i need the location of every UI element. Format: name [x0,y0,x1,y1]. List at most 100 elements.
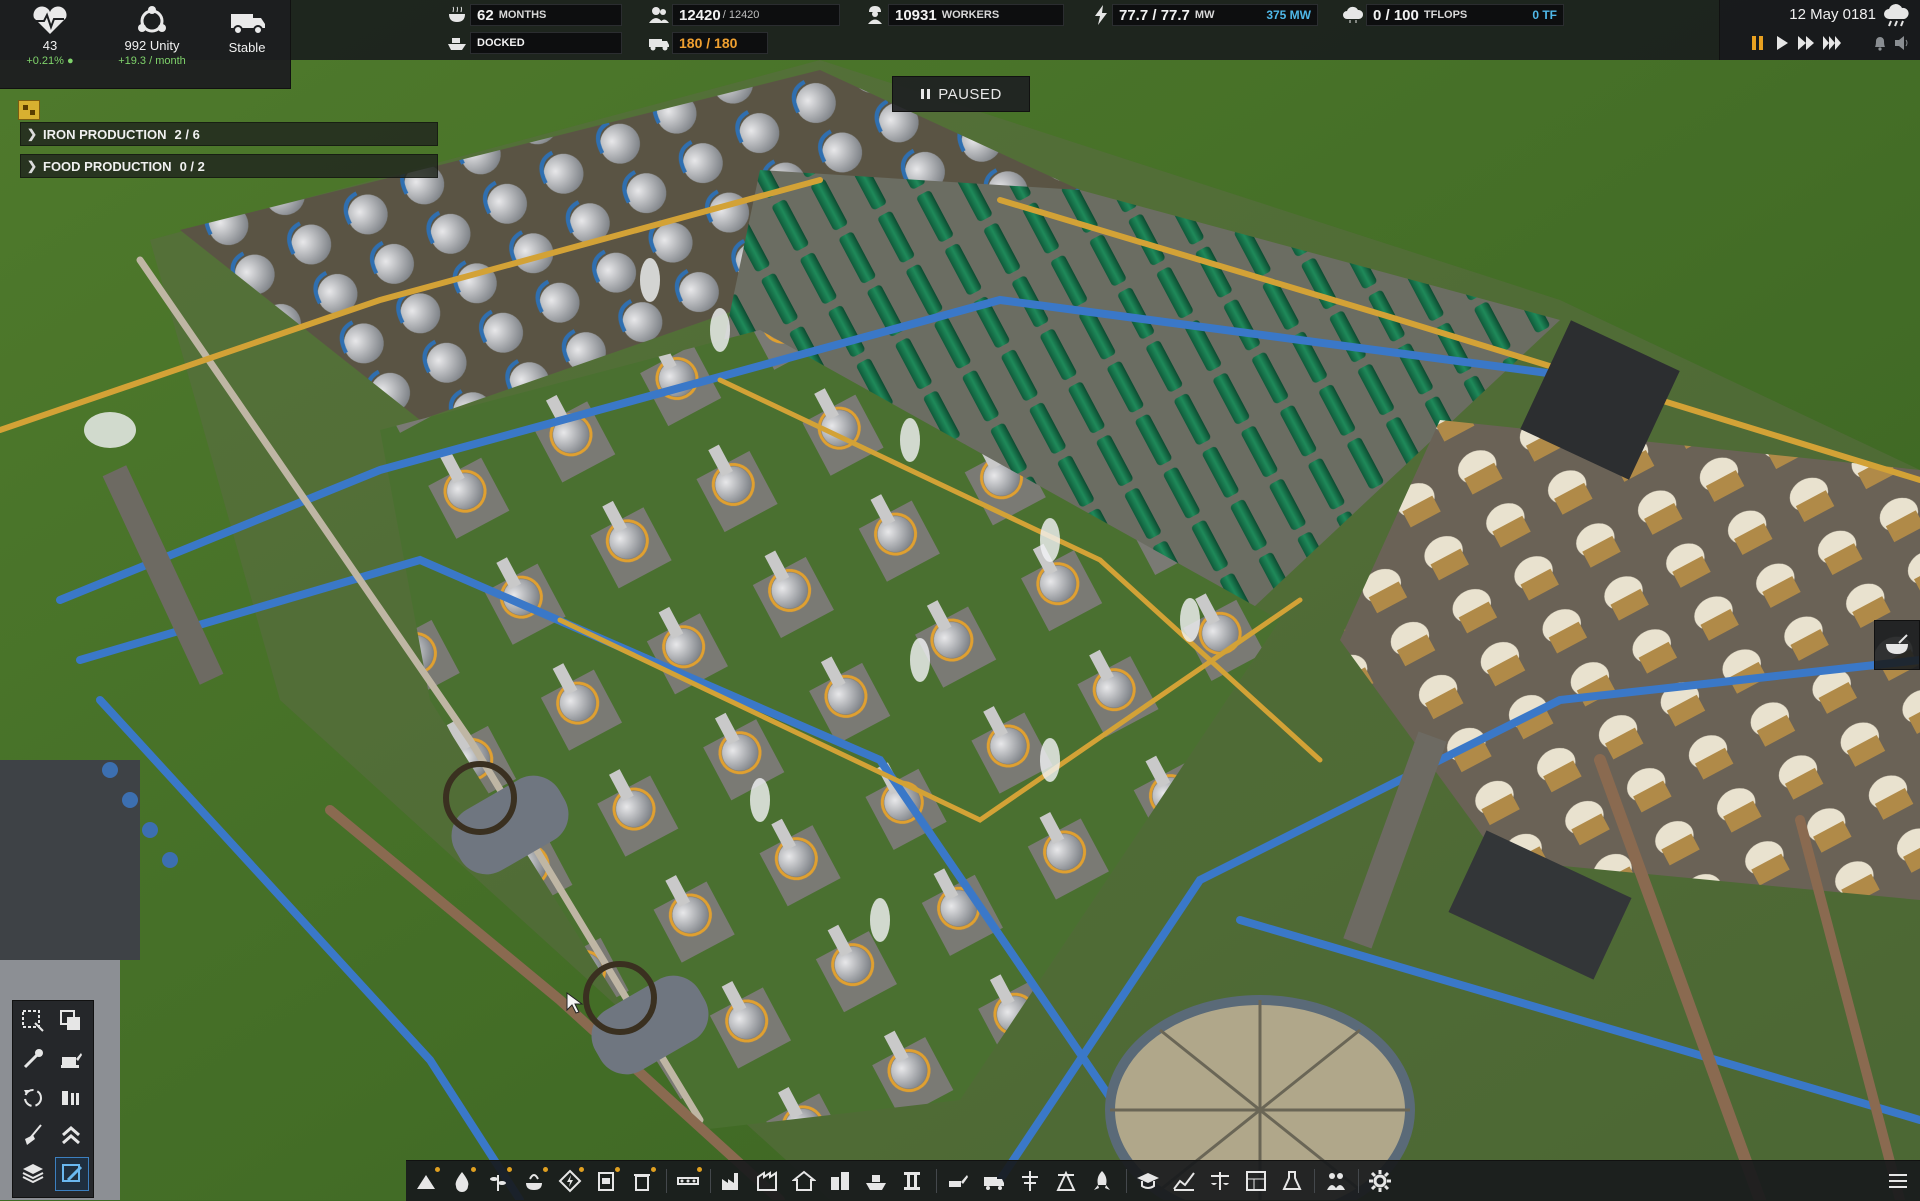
workers-field[interactable]: 10931 WORKERS [888,4,1064,26]
demolish-tool-button[interactable] [17,1119,49,1151]
pause-button[interactable] [1748,33,1768,53]
build-waste-button[interactable] [626,1165,658,1197]
play-button[interactable] [1772,33,1792,53]
chart-icon [1173,1172,1195,1191]
recycle-tool-button[interactable] [17,1081,49,1113]
fastest-speed-icon [1823,36,1841,50]
weather-icon[interactable] [1882,4,1912,28]
pause-small-icon [921,89,931,99]
mining-icon [417,1175,435,1189]
settings-button[interactable] [1364,1165,1396,1197]
conveyor-icon [677,1177,699,1185]
build-manufacturing-button[interactable] [752,1165,784,1197]
ship-status-field[interactable]: DOCKED [470,32,622,54]
build-space-button[interactable] [1086,1165,1118,1197]
worker-icon [864,4,886,26]
toolbar-separator [1126,1169,1127,1193]
goal-label: FOOD PRODUCTION [43,158,172,174]
edit-pencil-icon [62,1164,83,1182]
edit-tool-button[interactable] [55,1157,89,1191]
play-icon [1777,36,1788,50]
layers-tool-button[interactable] [17,1157,49,1189]
months-field[interactable]: 62 MONTHS [470,4,622,26]
build-farming-button[interactable] [482,1165,514,1197]
heart-icon [33,6,67,34]
statistics-button[interactable] [1168,1165,1200,1197]
copy-tool-button[interactable] [55,1005,87,1037]
paused-label: PAUSED [938,85,1002,103]
compute-capacity: 0 TF [1532,8,1557,22]
game-date: 12 May 0181 [1789,6,1876,23]
speaker-icon [1895,36,1908,50]
recipes-button[interactable] [1276,1165,1308,1197]
build-water-button[interactable] [446,1165,478,1197]
population-button[interactable] [1320,1165,1352,1197]
build-metallurgy-button[interactable] [716,1165,748,1197]
cloud-compute-icon [1342,4,1364,26]
paused-indicator[interactable]: PAUSED [892,76,1030,112]
fastest-speed-button[interactable] [1822,33,1842,53]
selection-tool-button[interactable] [17,1005,49,1037]
fast-forward-button[interactable] [1796,33,1816,53]
power-unit: MW [1194,9,1215,21]
toolbar-separator [666,1169,667,1193]
house-icon [792,1170,816,1191]
power-field[interactable]: 77.7 / 77.7 MW 375 MW [1112,4,1318,26]
goal-food-production[interactable]: ❯ FOOD PRODUCTION 0 / 2 [20,154,438,178]
game-world-view[interactable] [0,0,1920,1200]
population-field[interactable]: 12420/ 12420 [672,4,840,26]
research-button[interactable] [1132,1165,1164,1197]
vehicle-tool-button[interactable] [55,1043,87,1075]
build-vehicles-button[interactable] [942,1165,974,1197]
eyedropper-tool-button[interactable] [17,1043,49,1075]
build-storage-button[interactable] [590,1165,622,1197]
compute-field[interactable]: 0 / 100 TFLOPS 0 TF [1366,4,1564,26]
trucks-stat[interactable]: Stable [210,6,284,55]
build-monuments-button[interactable] [896,1165,928,1197]
goal-iron-production[interactable]: ❯ IRON PRODUCTION 2 / 6 [20,122,438,146]
gear-icon [1369,1170,1391,1192]
build-towers-button[interactable] [1014,1165,1046,1197]
build-housing-button[interactable] [788,1165,820,1197]
double-chevron-up-icon [62,1126,80,1145]
build-trucks-button[interactable] [978,1165,1010,1197]
workers-unit: WORKERS [941,9,1000,21]
goal-label: IRON PRODUCTION [43,126,167,142]
goals-icon [23,105,35,115]
pillar-icon [904,1172,920,1190]
build-power-button[interactable] [554,1165,586,1197]
broom-icon [25,1124,42,1145]
notifications-button[interactable] [1870,33,1890,53]
pause-building-tool-button[interactable] [55,1081,87,1113]
sound-button[interactable] [1892,33,1912,53]
power-icon [558,1169,582,1193]
toolbar-separator [710,1169,711,1193]
blueprint-icon [1246,1171,1266,1191]
goals-toggle-button[interactable] [18,100,40,120]
build-buildings-button[interactable] [824,1165,856,1197]
power-capacity: 375 MW [1266,8,1311,22]
main-menu-button[interactable] [1882,1165,1914,1197]
tower-icon [1022,1171,1038,1191]
build-food-button[interactable] [518,1165,550,1197]
ship-build-icon [866,1175,886,1190]
unity-value: 992 Unity [124,38,180,53]
blueprints-button[interactable] [1240,1165,1272,1197]
vehicles-field[interactable]: 180 / 180 [672,32,768,54]
settlement-stats-panel: 43 +0.21% ● 992 Unity +19.3 / month Stab… [0,0,291,89]
health-stat[interactable]: 43 +0.21% ● [10,6,90,67]
unity-stat[interactable]: 992 Unity +19.3 / month [100,6,204,67]
build-mining-button[interactable] [410,1165,442,1197]
population-value: 12420 [679,6,721,24]
goal-progress: 0 / 2 [179,158,205,174]
unity-icon [138,6,166,33]
trade-button[interactable] [1204,1165,1236,1197]
recipes-side-button[interactable] [1874,620,1920,670]
upgrade-tool-button[interactable] [55,1119,87,1151]
build-research-button[interactable] [1050,1165,1082,1197]
unity-delta: +19.3 / month [118,55,186,67]
build-docks-button[interactable] [860,1165,892,1197]
build-transport-button[interactable] [672,1165,704,1197]
flask-icon [1282,1171,1302,1190]
chevron-down-icon: ❯ [26,159,38,173]
